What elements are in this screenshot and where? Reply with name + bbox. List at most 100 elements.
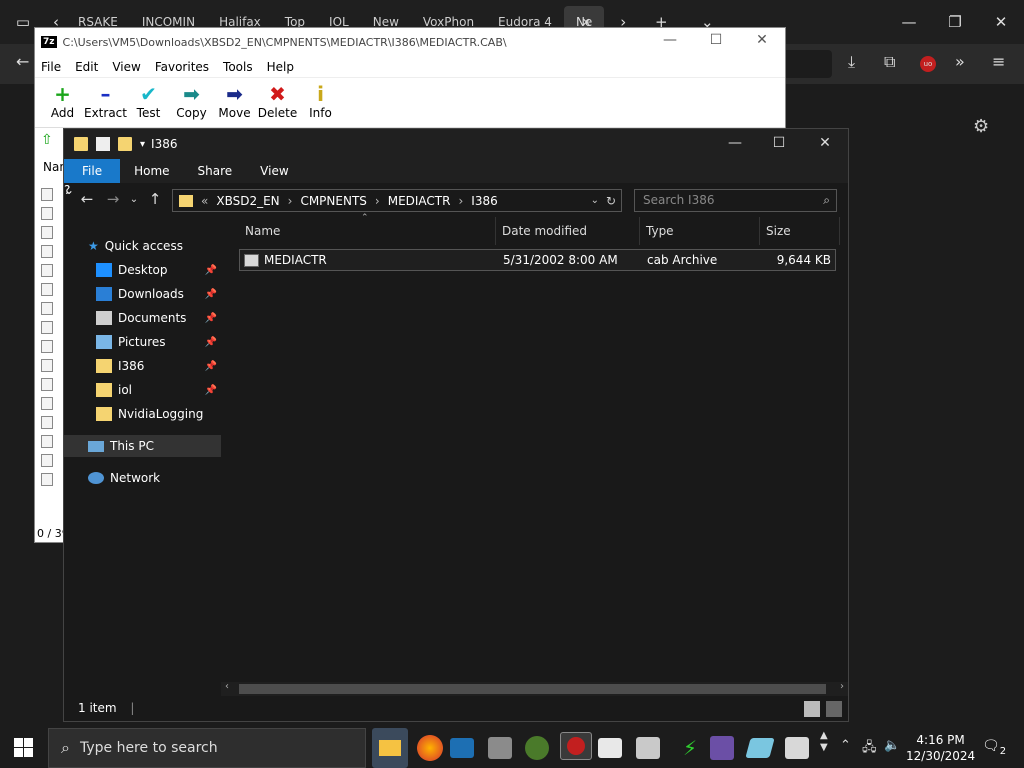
extract-button[interactable]: – Extract (84, 82, 127, 120)
pin-icon[interactable]: 📌 (205, 337, 217, 348)
overflow-chevrons-icon[interactable]: » (955, 52, 965, 71)
search-input[interactable]: Search I386 ⌕ (634, 189, 837, 212)
gear-icon[interactable]: ⚙ (973, 116, 989, 137)
file-icon[interactable] (41, 340, 53, 353)
lightning-app-icon[interactable]: ⚡ (674, 734, 706, 762)
volume-muted-icon[interactable]: 🔈 (884, 738, 900, 753)
nav-item-pictures[interactable]: Pictures 📌 (96, 331, 221, 353)
details-view-icon[interactable] (804, 701, 820, 717)
chevron-right-icon[interactable]: › (458, 194, 463, 208)
file-icon[interactable] (41, 473, 53, 486)
column-header-name[interactable]: Name (239, 217, 496, 245)
breadcrumb-segment[interactable]: XBSD2_EN (216, 194, 279, 208)
scrollbar-thumb[interactable] (239, 684, 826, 694)
browser-restore-icon[interactable]: ❐ (932, 13, 978, 31)
taskbar-clock[interactable]: 4:16 PM 12/30/2024 (906, 732, 975, 764)
refresh-icon[interactable]: ↻ (606, 194, 616, 208)
explorer-minimize-icon[interactable]: — (712, 135, 758, 151)
chevron-right-icon[interactable]: › (288, 194, 293, 208)
horizontal-scrollbar[interactable]: ‹ › (221, 681, 848, 696)
cube-app-icon[interactable] (488, 737, 512, 759)
file-icon[interactable] (41, 321, 53, 334)
windows-start-icon[interactable] (14, 738, 34, 758)
address-bar[interactable] (780, 50, 832, 78)
menu-tools[interactable]: Tools (223, 60, 253, 74)
test-button[interactable]: ✔ Test (127, 82, 170, 120)
clock-app-icon[interactable] (560, 732, 592, 760)
window-app-icon[interactable] (598, 738, 622, 758)
network-tray-icon[interactable]: 🖧 (862, 738, 877, 760)
sevenzip-minimize-icon[interactable]: — (647, 32, 693, 48)
new-folder-icon[interactable] (118, 137, 132, 151)
nav-network[interactable]: Network (88, 467, 221, 489)
browser-close-icon[interactable]: ✕ (978, 13, 1024, 31)
ublock-icon[interactable]: uo (920, 56, 936, 72)
extensions-icon[interactable]: ⧉ (884, 52, 895, 72)
address-breadcrumb[interactable]: « XBSD2_EN › CMPNENTS › MEDIACTR › I386 … (172, 189, 622, 212)
file-icon[interactable] (41, 397, 53, 410)
menu-favorites[interactable]: Favorites (155, 60, 209, 74)
terminal-app-icon[interactable] (636, 737, 660, 759)
nav-item-i386[interactable]: I386 📌 (96, 355, 221, 377)
pin-icon[interactable]: 📌 (205, 361, 217, 372)
scroll-left-icon[interactable]: ‹ (225, 681, 229, 692)
explorer-close-icon[interactable]: ✕ (802, 135, 848, 151)
properties-icon[interactable] (96, 137, 110, 151)
chevron-right-icon[interactable]: › (375, 194, 380, 208)
up-folder-icon[interactable]: ⇧ (41, 132, 53, 148)
add-button[interactable]: + Add (41, 82, 84, 120)
file-icon[interactable] (41, 302, 53, 315)
pin-icon[interactable]: 📌 (205, 289, 217, 300)
monitor-app-icon[interactable] (785, 737, 809, 759)
show-hidden-icons-chevron-icon[interactable]: ⌃ (840, 738, 851, 753)
forward-arrow-icon[interactable]: → (100, 190, 126, 208)
info-button[interactable]: i Info (299, 82, 342, 120)
nav-item-nvidialogging[interactable]: NvidiaLogging (96, 403, 221, 425)
browser-menu-icon[interactable]: ≡ (992, 52, 1005, 71)
tab-home[interactable]: Home (120, 159, 183, 183)
help-icon[interactable]: ? (64, 183, 70, 197)
recent-locations-chevron-icon[interactable]: ⌄ (126, 194, 142, 205)
file-icon[interactable] (41, 226, 53, 239)
file-icon[interactable] (41, 359, 53, 372)
menu-edit[interactable]: Edit (75, 60, 98, 74)
pages-app-icon[interactable] (745, 738, 775, 758)
table-row[interactable]: MEDIACTR 5/31/2002 8:00 AM cab Archive 9… (239, 249, 836, 271)
column-header-date-modified[interactable]: Date modified (496, 217, 640, 245)
nav-quick-access[interactable]: ★ Quick access (88, 235, 221, 257)
taskbar-search-input[interactable]: ⌕ Type here to search (48, 728, 366, 768)
grid-app-icon[interactable] (710, 736, 734, 760)
file-icon[interactable] (41, 207, 53, 220)
column-header-type[interactable]: Type (640, 217, 760, 245)
file-explorer-taskbar-icon[interactable] (372, 728, 408, 768)
tab-share[interactable]: Share (184, 159, 247, 183)
up-arrow-icon[interactable]: ↑ (142, 190, 168, 208)
pin-icon[interactable]: 📌 (205, 385, 217, 396)
taskbar-overflow-icon[interactable]: ▲ ▼ (820, 730, 828, 754)
explorer-maximize-icon[interactable]: ☐ (756, 135, 802, 151)
address-dropdown-icon[interactable]: ⌄ (591, 195, 599, 206)
tab-file[interactable]: File (64, 159, 121, 183)
sevenzip-maximize-icon[interactable]: ☐ (693, 32, 739, 48)
file-icon[interactable] (41, 245, 53, 258)
back-arrow-icon[interactable]: ← (74, 190, 100, 208)
file-icon[interactable] (41, 188, 53, 201)
scroll-right-icon[interactable]: › (840, 681, 844, 692)
download-icon[interactable]: ⤓ (848, 52, 855, 72)
file-icon[interactable] (41, 378, 53, 391)
tab-view[interactable]: View (246, 159, 302, 183)
file-icon[interactable] (41, 435, 53, 448)
column-header-size[interactable]: Size (760, 217, 840, 245)
browser-minimize-icon[interactable]: — (886, 13, 932, 31)
sevenzip-close-icon[interactable]: ✕ (739, 32, 785, 48)
menu-help[interactable]: Help (267, 60, 294, 74)
nav-item-desktop[interactable]: Desktop 📌 (96, 259, 221, 281)
breadcrumb-segment[interactable]: CMPNENTS (300, 194, 366, 208)
menu-view[interactable]: View (112, 60, 140, 74)
nav-item-downloads[interactable]: Downloads 📌 (96, 283, 221, 305)
file-icon[interactable] (41, 454, 53, 467)
browser-back-icon[interactable]: ← (16, 52, 29, 71)
breadcrumb-segment[interactable]: I386 (471, 194, 497, 208)
pin-icon[interactable]: 📌 (205, 313, 217, 324)
copy-button[interactable]: ➡ Copy (170, 82, 213, 120)
